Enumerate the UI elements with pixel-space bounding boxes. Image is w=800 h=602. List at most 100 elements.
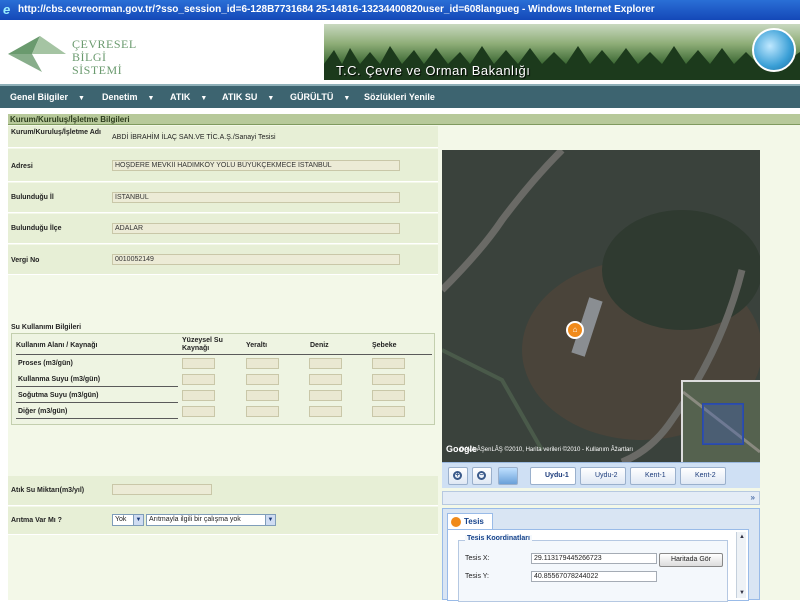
nav-genel-bilgiler[interactable]: Genel Bilgiler ▼: [10, 86, 85, 108]
sea-cell[interactable]: [309, 390, 342, 401]
network-cell[interactable]: [372, 390, 405, 401]
wastewater-amount-label: Atık Su Miktarı(m3/yıl): [11, 487, 85, 494]
map-toolbar: + − Uydu-1 Uydu-2 Kent-1 Kent-2: [442, 462, 760, 488]
ministry-title: T.C. Çevre ve Orman Bakanlığı: [336, 63, 531, 78]
nav-atik-su[interactable]: ATIK SU ▼: [222, 86, 274, 108]
dropdown-arrow-icon: ▼: [78, 95, 85, 102]
treatment-detail-value: Arıtmayla ilgili bir çalışma yok: [149, 516, 241, 523]
facility-panel: Tesis Tesis Koordinatları Tesis X: 29.11…: [442, 508, 760, 602]
dropdown-arrow-icon: ▼: [147, 95, 155, 102]
zoom-in-icon[interactable]: +: [448, 467, 468, 485]
treatment-detail-select[interactable]: Arıtmayla ilgili bir çalışma yok ▼: [146, 514, 276, 526]
name-label: Kurum/Kuruluş/İşletme Adı: [11, 129, 101, 136]
minimap-imagery: [682, 382, 761, 462]
map-type-kent-1[interactable]: Kent-1: [630, 467, 676, 485]
globe-emblem-icon: [752, 28, 796, 72]
map-type-uydu-2[interactable]: Uydu-2: [580, 467, 626, 485]
map-attribution[interactable]: DAVA ÂŞenLÂŞ ©2010, Harita verileri ©201…: [460, 447, 633, 453]
map-type-label: Kent-1: [645, 472, 666, 479]
nav-gurultu[interactable]: GÜRÜLTÜ ▼: [290, 86, 350, 108]
collapse-chevron-icon[interactable]: »: [751, 493, 755, 502]
pan-map-icon[interactable]: [498, 467, 518, 485]
ministry-leaf-logo[interactable]: [6, 34, 68, 74]
tab-label: Tesis: [464, 517, 484, 526]
col-header-surface: Yüzeysel Su Kaynağı: [182, 337, 223, 352]
water-usage-table: Kullanım Alanı / Kaynağı Yüzeysel Su Kay…: [11, 333, 435, 425]
tab-body: Tesis Koordinatları Tesis X: 29.11317944…: [447, 529, 749, 602]
y-coordinate-field[interactable]: 40.85567078244022: [531, 571, 657, 582]
map-type-kent-2[interactable]: Kent-2: [680, 467, 726, 485]
col-header-sea: Deniz: [310, 342, 329, 349]
overview-minimap[interactable]: [681, 380, 761, 462]
window-titlebar: e http://cbs.cevreorman.gov.tr/?sso_sess…: [0, 0, 800, 20]
facility-icon: [451, 517, 461, 527]
address-label: Adresi: [11, 163, 33, 170]
panel-collapse-bar[interactable]: »: [442, 491, 760, 505]
underground-cell[interactable]: [246, 358, 279, 369]
x-coordinate-field[interactable]: 29.113179445266723: [531, 553, 657, 564]
panel-scrollbar[interactable]: ▲ ▼: [736, 532, 746, 598]
surface-cell[interactable]: [182, 390, 215, 401]
underground-cell[interactable]: [246, 390, 279, 401]
row-label: Kullanma Suyu (m3/gün): [18, 376, 101, 383]
underground-cell[interactable]: [246, 374, 279, 385]
form-row-district: Bulunduğu İlçe ADALAR: [8, 214, 438, 244]
network-cell[interactable]: [372, 374, 405, 385]
tab-tesis[interactable]: Tesis: [447, 513, 493, 529]
network-cell[interactable]: [372, 406, 405, 417]
surface-cell[interactable]: [182, 358, 215, 369]
col-header-underground: Yeraltı: [246, 342, 268, 349]
network-cell[interactable]: [372, 358, 405, 369]
province-field[interactable]: İSTANBUL: [112, 192, 400, 203]
chevron-down-icon: ▼: [133, 515, 143, 525]
district-label: Bulunduğu İlçe: [11, 225, 62, 232]
row-label: Diğer (m3/gün): [18, 408, 68, 415]
sea-cell[interactable]: [309, 358, 342, 369]
internet-explorer-icon: e: [3, 2, 11, 17]
surface-cell[interactable]: [182, 374, 215, 385]
treatment-label: Arıtma Var Mı ?: [11, 517, 62, 524]
sea-cell[interactable]: [309, 406, 342, 417]
nav-label: Sözlükleri Yenile: [364, 92, 435, 102]
name-value: ABDİ İBRAHİM İLAÇ SAN.VE TİC.A.Ş./Sanayi…: [112, 134, 276, 141]
form-row-name: Kurum/Kuruluş/İşletme Adı ABDİ İBRAHİM İ…: [8, 126, 438, 148]
form-row-treatment: Arıtma Var Mı ? Yok ▼ Arıtmayla ilgili b…: [8, 507, 438, 535]
map-type-uydu-1[interactable]: Uydu-1: [530, 467, 576, 485]
form-row-wastewater: Atık Su Miktarı(m3/yıl): [8, 476, 438, 506]
map-type-label: Uydu-2: [595, 472, 618, 479]
address-field[interactable]: HOŞDERE MEVKİİ HADIMKÖY YOLU BÜYÜKÇEKMEC…: [112, 160, 400, 171]
table-row: Proses (m3/gün): [16, 356, 432, 372]
section-title: Kurum/Kuruluş/İşletme Bilgileri: [8, 114, 800, 125]
nav-sozlukleri-yenile[interactable]: Sözlükleri Yenile: [364, 86, 435, 108]
nav-label: Genel Bilgiler: [10, 92, 69, 102]
row-label: Proses (m3/gün): [18, 360, 73, 367]
sea-cell[interactable]: [309, 374, 342, 385]
show-on-map-button[interactable]: Haritada Gör: [659, 553, 723, 567]
form-row-tax: Vergi No 0010052149: [8, 245, 438, 275]
row-divider: [16, 386, 178, 387]
underground-cell[interactable]: [246, 406, 279, 417]
scroll-up-icon[interactable]: ▲: [737, 532, 747, 542]
scroll-down-icon[interactable]: ▼: [737, 588, 747, 598]
x-label: Tesis X:: [465, 555, 490, 562]
tax-label: Vergi No: [11, 257, 40, 264]
chevron-down-icon: ▼: [265, 515, 275, 525]
window-title: http://cbs.cevreorman.gov.tr/?sso_sessio…: [18, 4, 655, 15]
row-divider: [16, 402, 178, 403]
col-header-usage: Kullanım Alanı / Kaynağı: [16, 342, 98, 349]
zoom-out-icon[interactable]: −: [472, 467, 492, 485]
factory-pin-icon[interactable]: ⌂: [566, 321, 584, 339]
google-logo: Google: [446, 444, 477, 454]
col-header-network: Şebeke: [372, 342, 397, 349]
tax-field[interactable]: 0010052149: [112, 254, 400, 265]
map-type-label: Kent-2: [695, 472, 716, 479]
main-nav: Genel Bilgiler ▼ Denetim ▼ ATIK ▼ ATIK SU ▼ …: [0, 84, 800, 108]
treatment-select-value: Yok: [115, 516, 127, 523]
treatment-select[interactable]: Yok ▼: [112, 514, 144, 526]
header-divider: [16, 354, 432, 355]
surface-cell[interactable]: [182, 406, 215, 417]
wastewater-amount-field[interactable]: [112, 484, 212, 495]
nav-denetim[interactable]: Denetim ▼: [102, 86, 154, 108]
nav-atik[interactable]: ATIK ▼: [170, 86, 207, 108]
district-field[interactable]: ADALAR: [112, 223, 400, 234]
